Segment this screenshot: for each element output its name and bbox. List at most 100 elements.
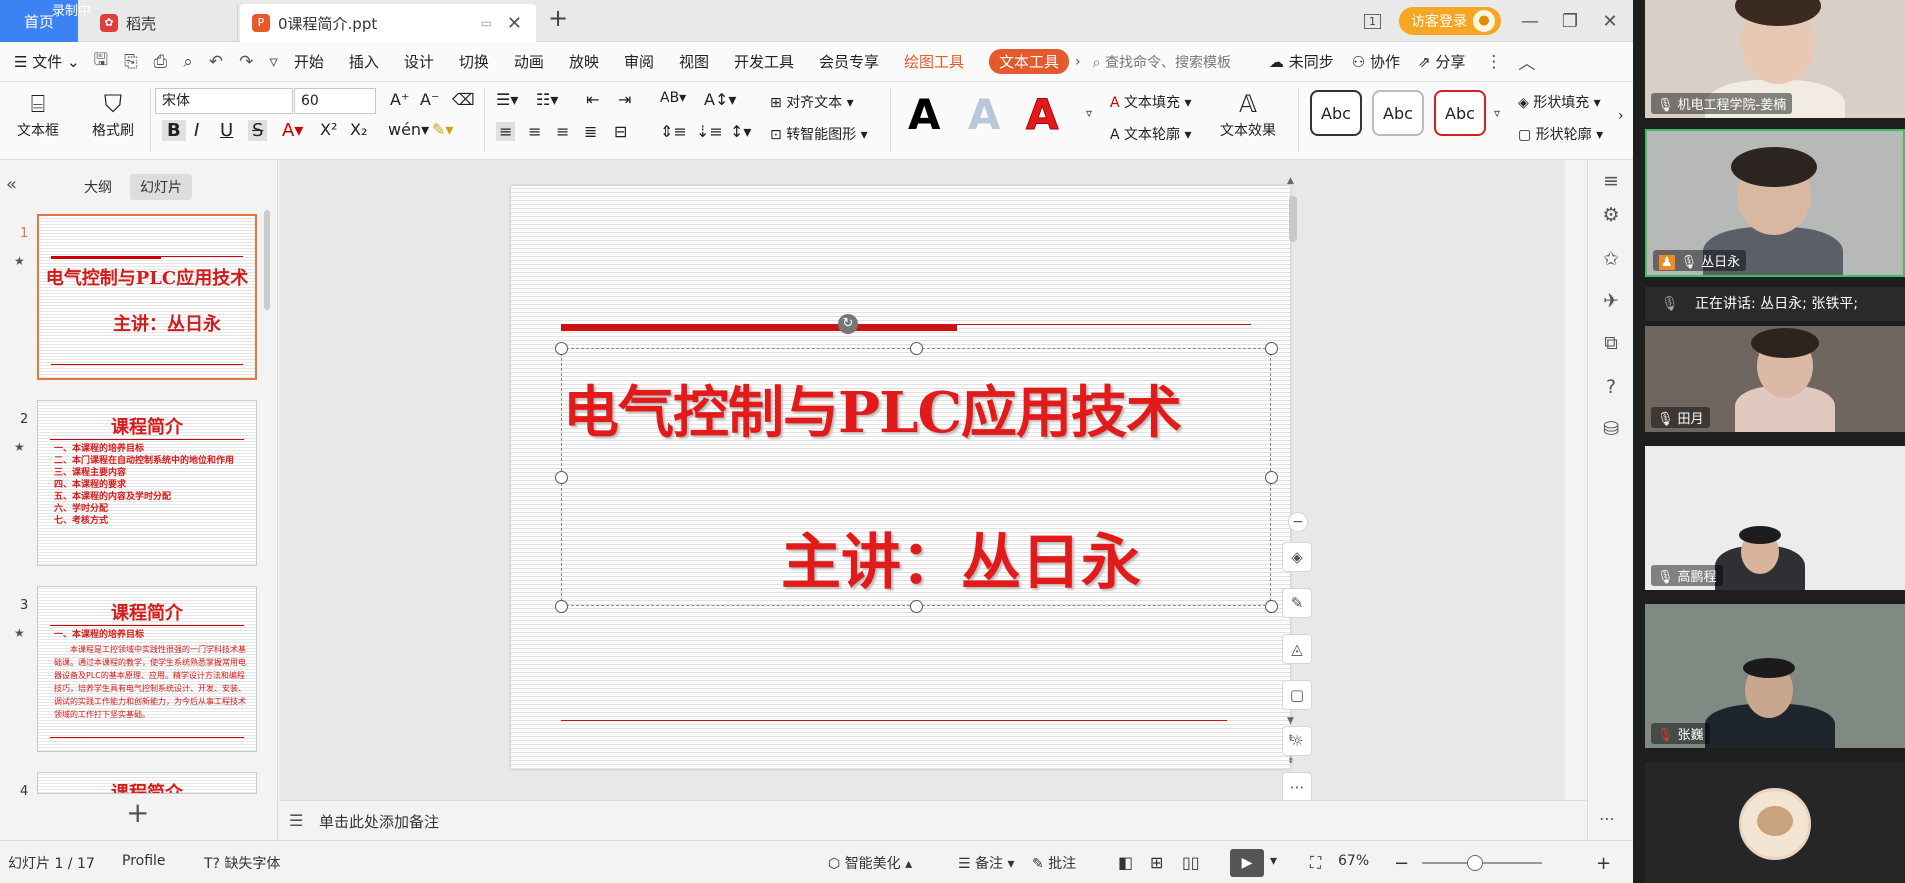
notes-area[interactable]: ☰ 单击此处添加备注 ⋯: [279, 800, 1615, 838]
menu-draw-tools[interactable]: 绘图工具: [904, 51, 964, 72]
resize-handle[interactable]: [910, 600, 923, 613]
italic-icon[interactable]: I: [194, 120, 199, 141]
properties-icon[interactable]: ⚙: [1598, 204, 1624, 226]
missing-font-button[interactable]: T? 缺失字体: [204, 853, 280, 873]
strikethrough-icon[interactable]: S: [248, 120, 268, 141]
distribute-icon[interactable]: ⊟: [614, 122, 627, 141]
menu-slideshow[interactable]: 放映: [569, 51, 599, 72]
menu-start[interactable]: 开始: [294, 51, 324, 72]
selection-box[interactable]: [561, 348, 1271, 606]
export-icon[interactable]: ⎘: [124, 52, 138, 72]
tab-document[interactable]: P 0课程简介.ppt ▭ ✕: [240, 4, 536, 42]
resize-handle[interactable]: [910, 342, 923, 355]
collab-button[interactable]: ⚇ 协作: [1352, 51, 1400, 72]
participant-video-5[interactable]: 🎙 张巍: [1645, 604, 1905, 748]
underline-icon[interactable]: U: [220, 120, 233, 141]
menu-design[interactable]: 设计: [404, 51, 434, 72]
clear-format-icon[interactable]: ⌫: [452, 90, 475, 109]
restore-icon[interactable]: ❐: [1559, 11, 1581, 32]
notes-toggle-button[interactable]: ☰ 备注 ▾: [958, 853, 1015, 873]
smart-shape-button[interactable]: ⊡ 转智能图形 ▾: [770, 124, 868, 144]
prev-slide-icon[interactable]: ⇞: [1287, 734, 1295, 744]
backup-icon[interactable]: ⛁: [1598, 418, 1624, 440]
line-spacing-icon[interactable]: ⇕≡: [660, 122, 687, 141]
bullet-list-icon[interactable]: ☰▾: [496, 90, 518, 109]
zoom-slider-knob[interactable]: [1467, 855, 1483, 871]
resize-handle[interactable]: [1265, 342, 1278, 355]
close-window-icon[interactable]: ✕: [1599, 11, 1621, 32]
menu-animation[interactable]: 动画: [514, 51, 544, 72]
zoom-out-icon[interactable]: −: [1394, 853, 1409, 874]
scroll-up-icon[interactable]: ▲: [1287, 176, 1294, 186]
slide-thumb-4[interactable]: 课程简介: [37, 772, 257, 794]
spacing-menu-icon[interactable]: ↕▾: [730, 122, 751, 141]
animation-icon[interactable]: ✩: [1598, 248, 1624, 270]
text-style-black[interactable]: A: [908, 90, 941, 139]
pin-tab-icon[interactable]: ▭: [481, 16, 492, 30]
close-tab-icon[interactable]: ✕: [507, 13, 522, 34]
tab-docer[interactable]: ✿ 稻壳: [80, 4, 238, 42]
rail-menu-icon[interactable]: ≡: [1598, 170, 1624, 192]
zoom-in-icon[interactable]: +: [1596, 853, 1611, 874]
quick-access-dropdown-icon[interactable]: ▿: [269, 52, 278, 72]
slide-1[interactable]: 电气控制与PLC应用技术 主讲：丛日永 ↻: [511, 186, 1290, 769]
normal-view-icon[interactable]: ◧: [1118, 853, 1133, 872]
char-spacing-icon[interactable]: A↕▾: [704, 90, 736, 109]
play-options-icon[interactable]: ▾: [1270, 853, 1277, 869]
font-family-select[interactable]: 宋体: [155, 88, 293, 114]
font-color-icon[interactable]: A▾: [282, 120, 303, 141]
menu-text-tools[interactable]: 文本工具: [989, 49, 1070, 74]
slide-switch-icon[interactable]: ⧉: [1598, 332, 1624, 354]
font-size-select[interactable]: 60: [294, 88, 376, 114]
text-direction-icon[interactable]: AB▾: [660, 90, 686, 106]
decrease-indent-icon[interactable]: ⇤: [586, 90, 599, 109]
rotate-handle-icon[interactable]: ↻: [838, 314, 858, 334]
text-style-more-icon[interactable]: ▿: [1086, 106, 1092, 120]
text-effect-button[interactable]: 𝔸 文本效果: [1212, 88, 1284, 140]
participant-video-6[interactable]: [1645, 762, 1905, 883]
subscript-icon[interactable]: X₂: [350, 120, 367, 139]
shrink-font-icon[interactable]: A⁻: [420, 90, 439, 109]
align-right-icon[interactable]: ≡: [556, 122, 569, 141]
undo-icon[interactable]: ↶: [209, 52, 223, 72]
highlight-icon[interactable]: ✎▾: [432, 120, 453, 139]
minimize-icon[interactable]: —: [1519, 11, 1541, 32]
fit-window-icon[interactable]: ⛶: [1310, 853, 1321, 873]
participant-video-1[interactable]: 🎙 机电工程学院-姜楠: [1645, 0, 1905, 118]
resize-handle[interactable]: [555, 471, 568, 484]
format-painter-button[interactable]: ⛉ 格式刷: [88, 88, 138, 140]
slide-thumb-2[interactable]: 课程简介 一、本课程的培养目标 二、本门课程在自动控制系统中的地位和作用 三、课…: [37, 400, 257, 566]
save-icon[interactable]: 🖫: [94, 47, 108, 76]
align-left-icon[interactable]: ≡: [496, 122, 516, 141]
notes-more-icon[interactable]: ⋯: [1599, 809, 1615, 828]
menu-review[interactable]: 审阅: [624, 51, 654, 72]
participant-video-3[interactable]: 🎙 田月: [1645, 326, 1905, 432]
sorter-view-icon[interactable]: ⊞: [1150, 853, 1163, 872]
align-text-button[interactable]: ⊞ 对齐文本 ▾: [770, 92, 854, 112]
transition-icon[interactable]: ✈: [1598, 290, 1624, 312]
new-tab-button[interactable]: +: [548, 4, 568, 32]
shape-fill-button[interactable]: ◈ 形状填充 ▾: [1518, 92, 1601, 112]
menu-scroll-right-icon[interactable]: ›: [1075, 54, 1081, 70]
scroll-down-icon[interactable]: ▼: [1287, 716, 1294, 726]
resize-handle[interactable]: [555, 342, 568, 355]
shape-style-more-icon[interactable]: ▿: [1494, 106, 1500, 120]
play-slideshow-icon[interactable]: ▶: [1230, 849, 1264, 877]
text-style-red[interactable]: A: [1026, 90, 1060, 140]
redo-icon[interactable]: ↷: [239, 52, 253, 72]
zoom-level[interactable]: 67%: [1338, 853, 1369, 869]
panel-scrollbar[interactable]: [264, 210, 270, 310]
menu-developer[interactable]: 开发工具: [734, 51, 794, 72]
profile-label[interactable]: Profile: [122, 853, 166, 869]
add-slide-button[interactable]: +: [126, 796, 149, 829]
text-style-gray[interactable]: A: [968, 90, 1001, 139]
preview-icon[interactable]: ⌕: [183, 52, 193, 72]
slide-thumb-3[interactable]: 课程简介 一、本课程的培养目标 本课程是工控领域中实践性很强的一门学科技术基础课…: [37, 586, 257, 752]
comments-button[interactable]: ✎ 批注: [1032, 853, 1076, 873]
collapse-ribbon-icon[interactable]: ︿: [1518, 49, 1535, 74]
resize-handle[interactable]: [555, 600, 568, 613]
menu-view[interactable]: 视图: [679, 51, 709, 72]
increase-indent-icon[interactable]: ⇥: [618, 90, 631, 109]
text-outline-button[interactable]: A 文本轮廓 ▾: [1110, 124, 1192, 144]
shape-style-dark[interactable]: Abc: [1310, 90, 1362, 136]
